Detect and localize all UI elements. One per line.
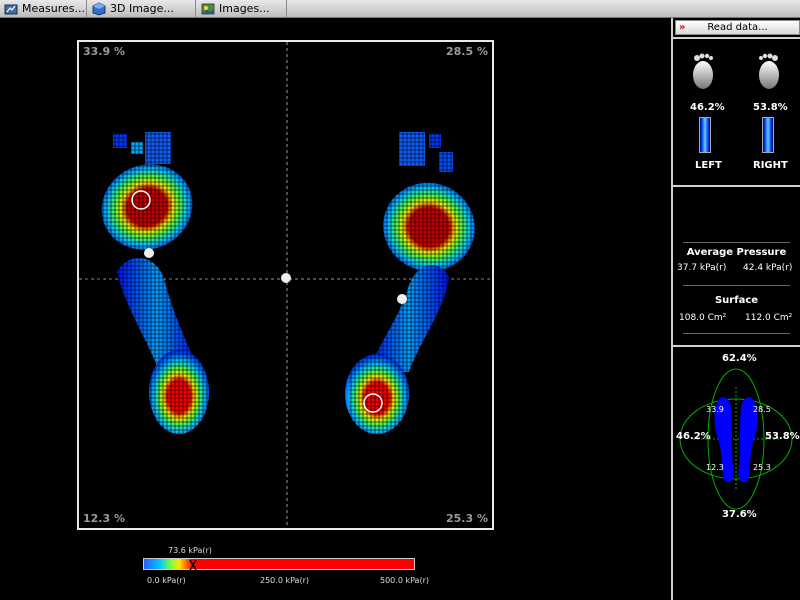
corner-top-right: 28.5 % [446,45,488,58]
right-panel: » Read data... 46.2% 53.8% LEFT RIGHT Av… [671,18,800,600]
tab-measures[interactable]: Measures... [0,0,87,18]
read-data-label: Read data... [707,22,768,33]
measures-icon [4,4,18,15]
tab-images[interactable]: Images... [197,0,287,18]
pressure-map-canvas [79,42,492,528]
balance-left-percent: 46.2% [676,431,711,442]
tab-bar: Measures... 3D Image... Images... [0,0,800,18]
divider [683,242,790,243]
surface-title: Surface [714,295,759,306]
pressure-color-scale: 73.6 kPa(r) 0.0 kPa(r) 250.0 kPa(r) 500.… [140,540,440,590]
double-chevron-icon: » [679,22,686,33]
right-load-bar [762,117,774,153]
left-load-bar [699,117,711,153]
balance-right-percent: 53.8% [765,431,800,442]
average-pressure-left: 37.7 kPa(r) [677,263,727,273]
scale-marker-label: 73.6 kPa(r) [168,546,212,555]
corner-bottom-left: 12.3 % [83,512,125,525]
left-right-distribution: 46.2% 53.8% LEFT RIGHT [673,37,800,185]
left-center-of-pressure [144,248,154,258]
surface-right: 112.0 Cm² [745,313,793,323]
left-footprint-icon [693,53,713,89]
tab-images-label: Images... [219,2,270,15]
quadrant-bottom-right: 25.3 [753,463,771,472]
cube-icon [92,2,106,16]
right-footprint-icon [759,53,779,89]
pressure-stats: Average Pressure 37.7 kPa(r) 42.4 kPa(r)… [673,185,800,345]
right-center-of-pressure [397,294,407,304]
right-label: RIGHT [753,160,788,171]
corner-bottom-right: 25.3 % [446,512,488,525]
left-foot-map [79,122,219,442]
quadrant-top-right: 28.5 [753,405,771,414]
corner-top-left: 33.9 % [83,45,125,58]
tab-3d-image-label: 3D Image... [110,2,174,15]
tab-3d-image[interactable]: 3D Image... [88,0,196,18]
average-pressure-title: Average Pressure [686,247,787,258]
right-percent: 53.8% [753,102,788,113]
right-foot-map [345,122,489,442]
scale-min-label: 0.0 kPa(r) [147,576,186,585]
quadrant-top-left: 33.9 [706,405,724,414]
balance-back-percent: 37.6% [722,509,757,520]
read-data-button[interactable]: » Read data... [675,20,800,35]
balance-front-percent: 62.4% [722,353,757,364]
divider [683,333,790,334]
balance-diagram: 62.4% 46.2% 53.8% 37.6% 33.9 28.5 12.3 2… [673,345,800,600]
images-icon [201,3,215,15]
pressure-map: 33.9 % 28.5 % 12.3 % 25.3 % [77,40,494,530]
average-pressure-right: 42.4 kPa(r) [743,263,793,273]
left-percent: 46.2% [690,102,725,113]
quadrant-bottom-left: 12.3 [706,463,724,472]
scale-mid-label: 250.0 kPa(r) [260,576,309,585]
surface-left: 108.0 Cm² [679,313,727,323]
scale-marker-icon[interactable] [188,558,198,572]
global-center-of-pressure [281,273,291,283]
tab-measures-label: Measures... [22,2,85,15]
scale-max-label: 500.0 kPa(r) [380,576,429,585]
scale-gradient-bar [143,558,415,570]
left-label: LEFT [695,160,722,171]
divider [683,285,790,286]
